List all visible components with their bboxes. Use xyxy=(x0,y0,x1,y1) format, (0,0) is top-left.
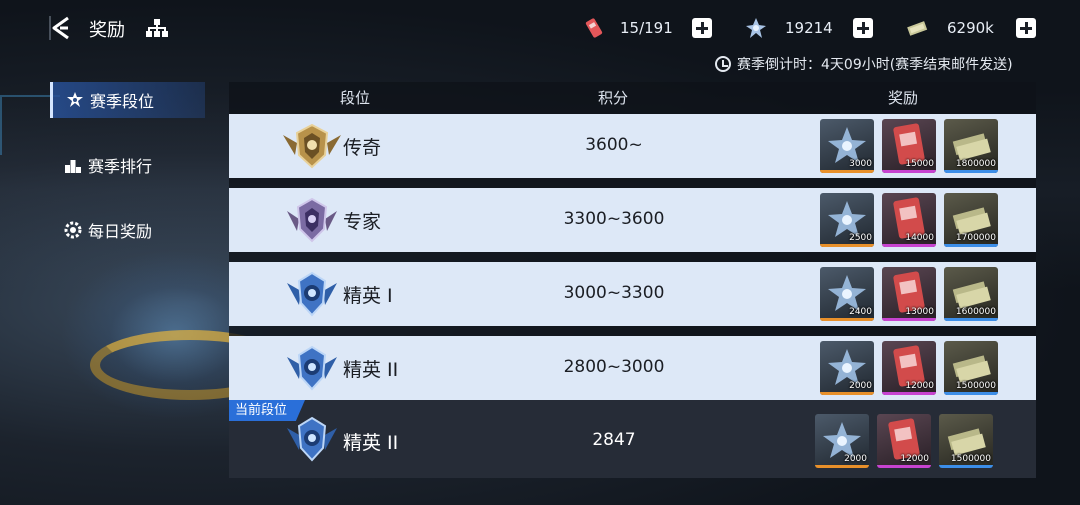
reward-count: 2500 xyxy=(849,233,872,243)
rank-name: 专家 xyxy=(343,211,382,233)
reward-count: 12000 xyxy=(905,381,934,391)
rank-name: 传奇 xyxy=(343,137,382,159)
reward-cash[interactable]: 1500000 xyxy=(939,414,993,468)
header-rank: 段位 xyxy=(340,89,371,107)
clock-icon xyxy=(715,56,731,72)
rank-score: 2800~3000 xyxy=(563,357,665,377)
reward-count: 2000 xyxy=(844,454,867,464)
rank-score: 3600~ xyxy=(585,135,643,155)
reward-rarity-bar xyxy=(882,244,936,247)
reward-card[interactable]: 14000 xyxy=(882,193,936,247)
reward-rarity-bar xyxy=(944,392,998,395)
add-cash-button[interactable] xyxy=(1016,18,1036,38)
reward-card[interactable]: 12000 xyxy=(882,341,936,395)
reward-count: 15000 xyxy=(905,159,934,169)
reward-rarity-bar xyxy=(944,170,998,173)
rank-score: 3000~3300 xyxy=(563,283,665,303)
cash-icon xyxy=(907,21,928,36)
tickets-value: 15/191 xyxy=(620,19,673,37)
reward-card[interactable]: 12000 xyxy=(877,414,931,468)
reward-rarity-bar xyxy=(820,244,874,247)
reward-rarity-bar xyxy=(882,318,936,321)
elite-rank-badge-icon xyxy=(287,271,337,317)
reward-count: 1800000 xyxy=(955,159,996,169)
ticket-icon xyxy=(585,18,603,38)
reward-crystal[interactable]: 2400 xyxy=(820,267,874,321)
reward-crystal[interactable]: 2000 xyxy=(820,341,874,395)
legend-rank-badge-icon xyxy=(283,123,341,169)
reward-rarity-bar xyxy=(944,318,998,321)
reward-rarity-bar xyxy=(820,318,874,321)
reward-count: 1600000 xyxy=(955,307,996,317)
sidebar-item-label: 赛季段位 xyxy=(90,92,155,111)
reward-count: 2400 xyxy=(849,307,872,317)
gear-badge-icon xyxy=(64,221,82,239)
hierarchy-icon[interactable] xyxy=(144,16,170,40)
back-arrow-icon[interactable] xyxy=(46,14,78,42)
header-score: 积分 xyxy=(598,89,629,107)
reward-rarity-bar xyxy=(882,170,936,173)
resource-crystals: 19214 xyxy=(745,14,833,42)
podium-icon xyxy=(65,160,81,173)
sidebar-item-season-rank[interactable]: 赛季段位 xyxy=(50,82,205,118)
reward-count: 1500000 xyxy=(950,454,991,464)
reward-rarity-bar xyxy=(939,465,993,468)
sidebar-item-label: 赛季排行 xyxy=(88,157,153,176)
resource-tickets: 15/191 xyxy=(584,14,673,42)
reward-count: 3000 xyxy=(849,159,872,169)
reward-rarity-bar xyxy=(877,465,931,468)
table-row[interactable]: 专家 3300~3600 2500 14000 1700000 xyxy=(229,188,1036,252)
sidebar-item-season-leaderboard[interactable]: 赛季排行 xyxy=(50,147,205,183)
elite-rank-badge-icon xyxy=(287,345,337,391)
add-tickets-button[interactable] xyxy=(692,18,712,38)
reward-rarity-bar xyxy=(820,392,874,395)
sidebar: 赛季段位 赛季排行 每日奖励 xyxy=(50,82,205,277)
rank-score: 3300~3600 xyxy=(563,209,665,229)
reward-rarity-bar xyxy=(882,392,936,395)
reward-cash[interactable]: 1500000 xyxy=(944,341,998,395)
reward-count: 12000 xyxy=(900,454,929,464)
reward-count: 2000 xyxy=(849,381,872,391)
reward-count: 14000 xyxy=(905,233,934,243)
reward-count: 1500000 xyxy=(955,381,996,391)
sidebar-item-label: 每日奖励 xyxy=(88,222,153,241)
top-bar: 奖励 15/191 19214 6290k xyxy=(0,0,1080,56)
reward-crystal[interactable]: 3000 xyxy=(820,119,874,173)
reward-cash[interactable]: 1700000 xyxy=(944,193,998,247)
header-reward: 奖励 xyxy=(888,89,919,107)
rank-star-icon xyxy=(67,92,83,107)
season-countdown: 赛季倒计时：4天09小时(赛季结束邮件发送) xyxy=(715,54,1013,74)
reward-rarity-bar xyxy=(820,170,874,173)
sidebar-item-daily-reward[interactable]: 每日奖励 xyxy=(50,212,205,248)
reward-card[interactable]: 13000 xyxy=(882,267,936,321)
reward-crystal[interactable]: 2000 xyxy=(815,414,869,468)
rank-name: 精英 I xyxy=(343,285,393,307)
elite-rank-badge-icon xyxy=(287,416,337,462)
cash-value: 6290k xyxy=(947,19,994,37)
resource-cash: 6290k xyxy=(906,14,994,42)
rank-reward-table: 段位 积分 奖励 传奇 3600~ 3000 15000 1800000 专家 … xyxy=(229,82,1036,478)
crystal-icon xyxy=(746,18,766,38)
reward-card[interactable]: 15000 xyxy=(882,119,936,173)
reward-cash[interactable]: 1800000 xyxy=(944,119,998,173)
table-header: 段位 积分 奖励 xyxy=(229,82,1036,112)
reward-count: 1700000 xyxy=(955,233,996,243)
reward-cash[interactable]: 1600000 xyxy=(944,267,998,321)
reward-count: 13000 xyxy=(905,307,934,317)
reward-crystal[interactable]: 2500 xyxy=(820,193,874,247)
rank-name: 精英 II xyxy=(343,432,399,454)
table-row[interactable]: 精英 I 3000~3300 2400 13000 1600000 xyxy=(229,262,1036,326)
countdown-text: 赛季倒计时：4天09小时(赛季结束邮件发送) xyxy=(737,57,1013,73)
crystals-value: 19214 xyxy=(785,19,833,37)
current-rank-row[interactable]: 当前段位 精英 II 2847 2000 12000 1500000 xyxy=(229,400,1036,478)
rank-name: 精英 II xyxy=(343,359,399,381)
table-row[interactable]: 精英 II 2800~3000 2000 12000 1500000 xyxy=(229,336,1036,400)
reward-rarity-bar xyxy=(815,465,869,468)
reward-rarity-bar xyxy=(944,244,998,247)
add-crystals-button[interactable] xyxy=(853,18,873,38)
page-title: 奖励 xyxy=(89,20,125,41)
expert-rank-badge-icon xyxy=(287,197,337,243)
table-row[interactable]: 传奇 3600~ 3000 15000 1800000 xyxy=(229,114,1036,178)
rank-score: 2847 xyxy=(592,430,636,450)
